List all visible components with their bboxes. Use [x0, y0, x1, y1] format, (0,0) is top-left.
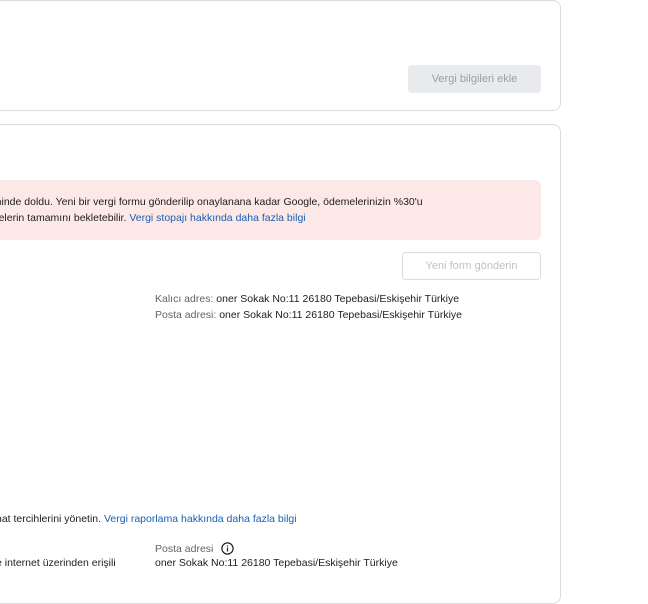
info-icon[interactable] [221, 542, 235, 555]
mailing-address: Posta adresi: oner Sokak No:11 26180 Tep… [155, 309, 462, 321]
alert-text-line1: arihinde doldu. Yeni bir vergi formu gön… [0, 196, 423, 208]
submit-new-form-button[interactable]: Yeni form gönderin [402, 252, 541, 280]
postal-address-heading: Posta adresi [155, 542, 235, 555]
postal-address-label: Posta adresi [155, 542, 214, 555]
permanent-address-value: oner Sokak No:11 26180 Tepebasi/Eskişehi… [216, 293, 460, 305]
alert-text: emelerin tamamını bekletebilir. [0, 212, 127, 224]
mailing-address-label: Posta adresi: [155, 309, 217, 321]
tax-reporting-text: nat tercihlerini yönetin. [0, 513, 102, 525]
mailing-address-value: oner Sokak No:11 26180 Tepebasi/Eskişehi… [219, 309, 463, 321]
add-tax-info-button[interactable]: Vergi bilgileri ekle [408, 65, 541, 93]
tax-reporting-info-link[interactable]: Vergi raporlama hakkında daha fazla bilg… [104, 513, 297, 525]
tax-form-expired-alert: arihinde doldu. Yeni bir vergi formu gön… [0, 180, 541, 240]
permanent-address: Kalıcı adres: oner Sokak No:11 26180 Tep… [155, 293, 459, 305]
withholding-info-link[interactable]: Vergi stopajı hakkında daha fazla bilgi [129, 212, 305, 224]
tax-info-card [0, 0, 561, 111]
alert-text-line2: emelerin tamamını bekletebilir. Vergi st… [0, 210, 537, 226]
tax-reporting-description: nat tercihlerini yönetin. Vergi raporlam… [0, 513, 297, 525]
postal-address-value: oner Sokak No:11 26180 Tepebasi/Eskişehi… [155, 557, 398, 569]
permanent-address-label: Kalıcı adres: [155, 293, 214, 305]
delivery-preference-text: e internet üzerinden erişili [0, 557, 116, 569]
